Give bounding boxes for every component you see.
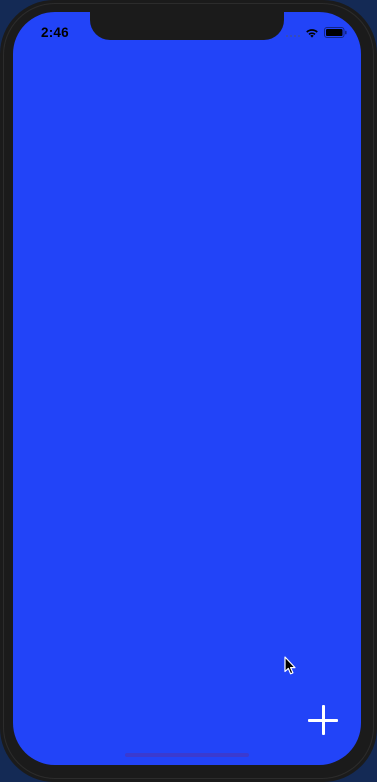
battery-icon (324, 27, 347, 38)
status-bar-time: 2:46 (41, 25, 69, 40)
status-bar-icons (286, 27, 347, 38)
device-frame: 2:46 (0, 0, 377, 782)
device-notch (90, 12, 284, 40)
home-indicator[interactable] (125, 753, 249, 757)
app-screen: 2:46 (13, 12, 361, 765)
cellular-signal-icon (286, 28, 300, 37)
mouse-cursor-icon (284, 656, 296, 675)
wifi-icon (305, 28, 319, 38)
add-button[interactable] (306, 703, 340, 737)
